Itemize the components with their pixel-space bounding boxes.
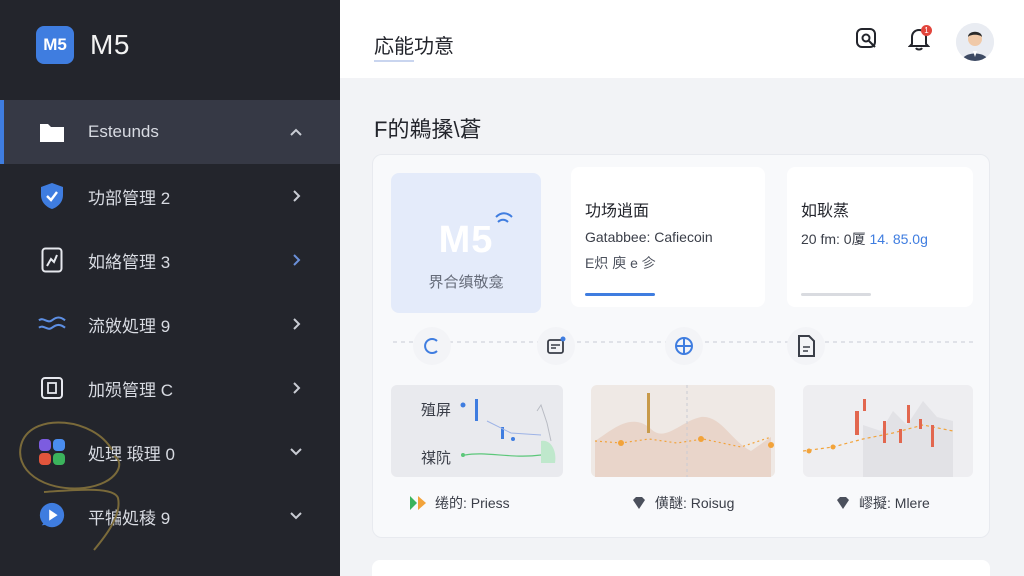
info-card-2[interactable]: 如耿蒸 20 fm: 0厦 14. 85.0g (787, 167, 973, 307)
sidebar-item-label: 加殒管理 C (88, 380, 173, 400)
user-avatar-image (956, 23, 994, 61)
card-title: 功场逍面 (585, 203, 650, 220)
chevron-right-icon[interactable] (284, 312, 308, 336)
card-progress-bar (585, 293, 655, 296)
user-avatar[interactable] (956, 23, 994, 61)
globe-icon[interactable] (665, 327, 703, 365)
card-title: 如耿蒸 (801, 203, 850, 220)
mini-chart-3-plot (803, 399, 954, 477)
hero-subtitle: 界合缜敬龛 (428, 274, 504, 291)
chevron-down-icon[interactable] (284, 504, 308, 528)
chevron-right-icon[interactable] (284, 184, 308, 208)
mini-chart-3[interactable]: 嵺擬: Mlere (787, 327, 973, 521)
gem-icon (633, 497, 645, 509)
chevron-up-icon[interactable] (284, 120, 308, 144)
card-stat-value: 14. 85.0g (869, 231, 928, 247)
refresh-icon[interactable] (413, 327, 451, 365)
calendar-icon[interactable] (537, 327, 575, 365)
sidebar-item-label: 如絡管理 3 (88, 252, 171, 272)
apps-grid-icon (38, 438, 66, 466)
notification-badge: 1 (921, 25, 932, 36)
sidebar-item-label: 流敓処理 9 (88, 316, 171, 336)
chart-caption-text: 嵺擬: Mlere (859, 495, 930, 511)
page-title: 応能功意 (374, 36, 454, 58)
app-title: M5 (90, 29, 130, 60)
flow-icon (38, 310, 66, 338)
card-line-1: 20 fm: 0厦 14. 85.0g (801, 229, 928, 249)
main-content: 応能功意 1 F的鵜搡\蒼 M5 界合缜敬龛 功场逍面 Gatabbee: Ca… (340, 0, 1024, 576)
gem-icon (837, 497, 849, 509)
chevron-down-icon[interactable] (284, 440, 308, 464)
sidebar-item-c[interactable]: 加殒管理 C (0, 356, 340, 420)
mini-chart-2-plot (594, 385, 774, 477)
title-underline (374, 60, 414, 62)
mini-chart-2[interactable]: 僙醚: Roisug (591, 327, 775, 521)
next-panel-edge (372, 560, 990, 576)
sidebar-item-play[interactable]: 平犏処稜 9 (0, 484, 340, 548)
sidebar-item-9[interactable]: 流敓処理 9 (0, 292, 340, 356)
chart-caption-text: 僙醚: Roisug (655, 495, 735, 511)
document-icon[interactable] (787, 327, 825, 365)
chart-caption: 嵺擬: Mlere (835, 493, 930, 513)
chart-caption: 僙醚: Roisug (631, 493, 734, 513)
card-line-2: E炽 庾 e 㐱 (585, 255, 656, 271)
sidebar-item-label: 功部管理 2 (88, 188, 171, 208)
top-header: 応能功意 1 (340, 0, 1024, 78)
sidebar-item-label: Esteunds (88, 122, 159, 141)
search-chat-icon (855, 27, 879, 56)
doc-frame-icon (38, 374, 66, 402)
hero-logo-text: M5 (438, 219, 494, 261)
sidebar-item-0[interactable]: 処理 瑖理 0 (0, 420, 340, 484)
info-card-1[interactable]: 功场逍面 Gatabbee: Cafiecoin E炽 庾 e 㐱 (571, 167, 765, 307)
sidebar-item-2[interactable]: 功部管理 2 (0, 164, 340, 228)
dashboard-panel: M5 界合缜敬龛 功场逍面 Gatabbee: Cafiecoin E炽 庾 e… (372, 154, 990, 538)
sidebar-nav: Esteunds 功部管理 2 如絡管理 3 流敓処理 9 加殒管理 C 処理 … (0, 100, 340, 548)
hero-card[interactable]: M5 界合缜敬龛 (391, 173, 541, 313)
search-chat-button[interactable] (852, 26, 882, 56)
chevron-right-icon[interactable] (284, 248, 308, 272)
sidebar-item-3[interactable]: 如絡管理 3 (0, 228, 340, 292)
card-progress-bar (801, 293, 871, 296)
mini-chart-1-plot (460, 399, 556, 463)
sidebar: M5 M5 Esteunds 功部管理 2 如絡管理 3 流敓処理 9 加殒管理… (0, 0, 340, 576)
sidebar-item-label: 平犏処稜 9 (88, 508, 171, 528)
notifications-button[interactable]: 1 (904, 25, 934, 56)
sidebar-item-label: 処理 瑖理 0 (88, 444, 175, 464)
shield-check-icon (38, 182, 66, 210)
app-brand[interactable]: M5 M5 (36, 26, 130, 64)
document-chart-icon (38, 246, 66, 274)
app-logo: M5 (36, 26, 74, 64)
card-line-1: Gatabbee: Cafiecoin (585, 229, 713, 245)
section-title: F的鵜搡\蒼 (374, 117, 482, 142)
sidebar-item-esteunds[interactable]: Esteunds (0, 100, 340, 164)
signal-icon (495, 211, 515, 236)
chart-caption-text: 绻的: Priess (435, 495, 510, 511)
card-stat-prefix: 20 fm: 0厦 (801, 231, 866, 247)
chevron-right-icon[interactable] (284, 376, 308, 400)
brand-mark-icon (410, 496, 426, 510)
folder-icon (38, 118, 66, 146)
mini-chart-1[interactable]: 殖屏 禖阬 绻的: Priess (391, 327, 575, 521)
chart-caption: 绻的: Priess (409, 493, 510, 513)
play-bubble-icon (38, 502, 66, 530)
